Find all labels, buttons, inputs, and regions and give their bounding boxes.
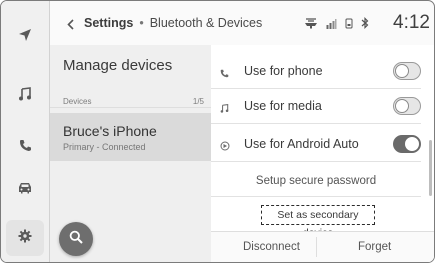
manage-devices-title: Manage devices [63,57,173,74]
settings-gear-icon [18,229,32,248]
clock: 4:12 [393,12,430,33]
android-auto-icon [220,138,230,156]
chevron-left-icon[interactable] [67,17,74,35]
device-name: Bruce's iPhone [63,123,157,139]
toggle-knob [395,99,409,113]
search-button[interactable] [59,222,93,256]
phone-battery-icon [345,16,353,34]
breadcrumb-separator: • [139,16,144,30]
bluetooth-icon [361,16,369,34]
set-as-secondary-device-button[interactable]: Set as secondary device [261,205,375,239]
rail-navigation[interactable] [1,20,49,50]
bottom-action-bar: Disconnect Forget [211,231,434,262]
devices-section-label: Devices [63,97,92,106]
screen-frame: Settings • Bluetooth & Devices 4:12 Manage… [0,0,435,263]
toggle-knob [395,64,409,78]
rail-phone[interactable] [1,130,49,160]
toggle-knob [405,137,419,151]
phone-link-icon [304,16,318,34]
devices-count: 1/5 [192,97,204,106]
option-label: Use for media [244,99,322,113]
option-use-for-android-auto[interactable]: Use for Android Auto [211,127,421,162]
breadcrumb-settings[interactable]: Settings [84,16,133,30]
breadcrumb-bluetooth-devices: Bluetooth & Devices [149,16,263,30]
phone-icon [19,139,32,152]
option-label-prefix: Use for [244,137,288,151]
rail-music[interactable] [1,79,49,109]
phone-icon [220,65,229,83]
option-label: Use for Android Auto [244,137,359,151]
option-use-for-phone[interactable]: Use for phone [211,54,421,89]
rail-car[interactable] [1,173,49,203]
divider [50,107,211,108]
setup-secure-password-label: Setup secure password [255,175,377,187]
divider [316,237,317,257]
setup-secure-password-button[interactable]: Setup secure password [211,165,421,197]
music-note-icon [220,100,229,118]
media-toggle[interactable] [393,97,421,115]
signal-bars-icon [326,16,337,34]
navigation-icon [18,28,32,42]
phone-toggle[interactable] [393,62,421,80]
forget-button[interactable]: Forget [358,241,391,253]
device-options-panel: Use for phone Use for media Use for Andr… [211,45,434,262]
device-list-item[interactable]: Bruce's iPhone Primary - Connected [50,113,211,161]
option-label: Use for phone [244,64,323,78]
status-icons [304,16,369,34]
breadcrumb: Settings • Bluetooth & Devices [84,16,262,30]
search-icon [69,230,83,249]
music-icon [18,87,32,101]
scrollbar[interactable] [429,140,432,196]
option-use-for-media[interactable]: Use for media [211,89,421,124]
android-auto-toggle[interactable] [393,135,421,153]
header-bar: Settings • Bluetooth & Devices 4:12 [50,1,434,45]
car-icon [18,182,32,194]
device-status: Primary - Connected [63,142,146,152]
disconnect-button[interactable]: Disconnect [243,241,300,253]
option-label-emphasis: Android Auto [287,137,359,151]
settings-button[interactable] [6,220,44,256]
